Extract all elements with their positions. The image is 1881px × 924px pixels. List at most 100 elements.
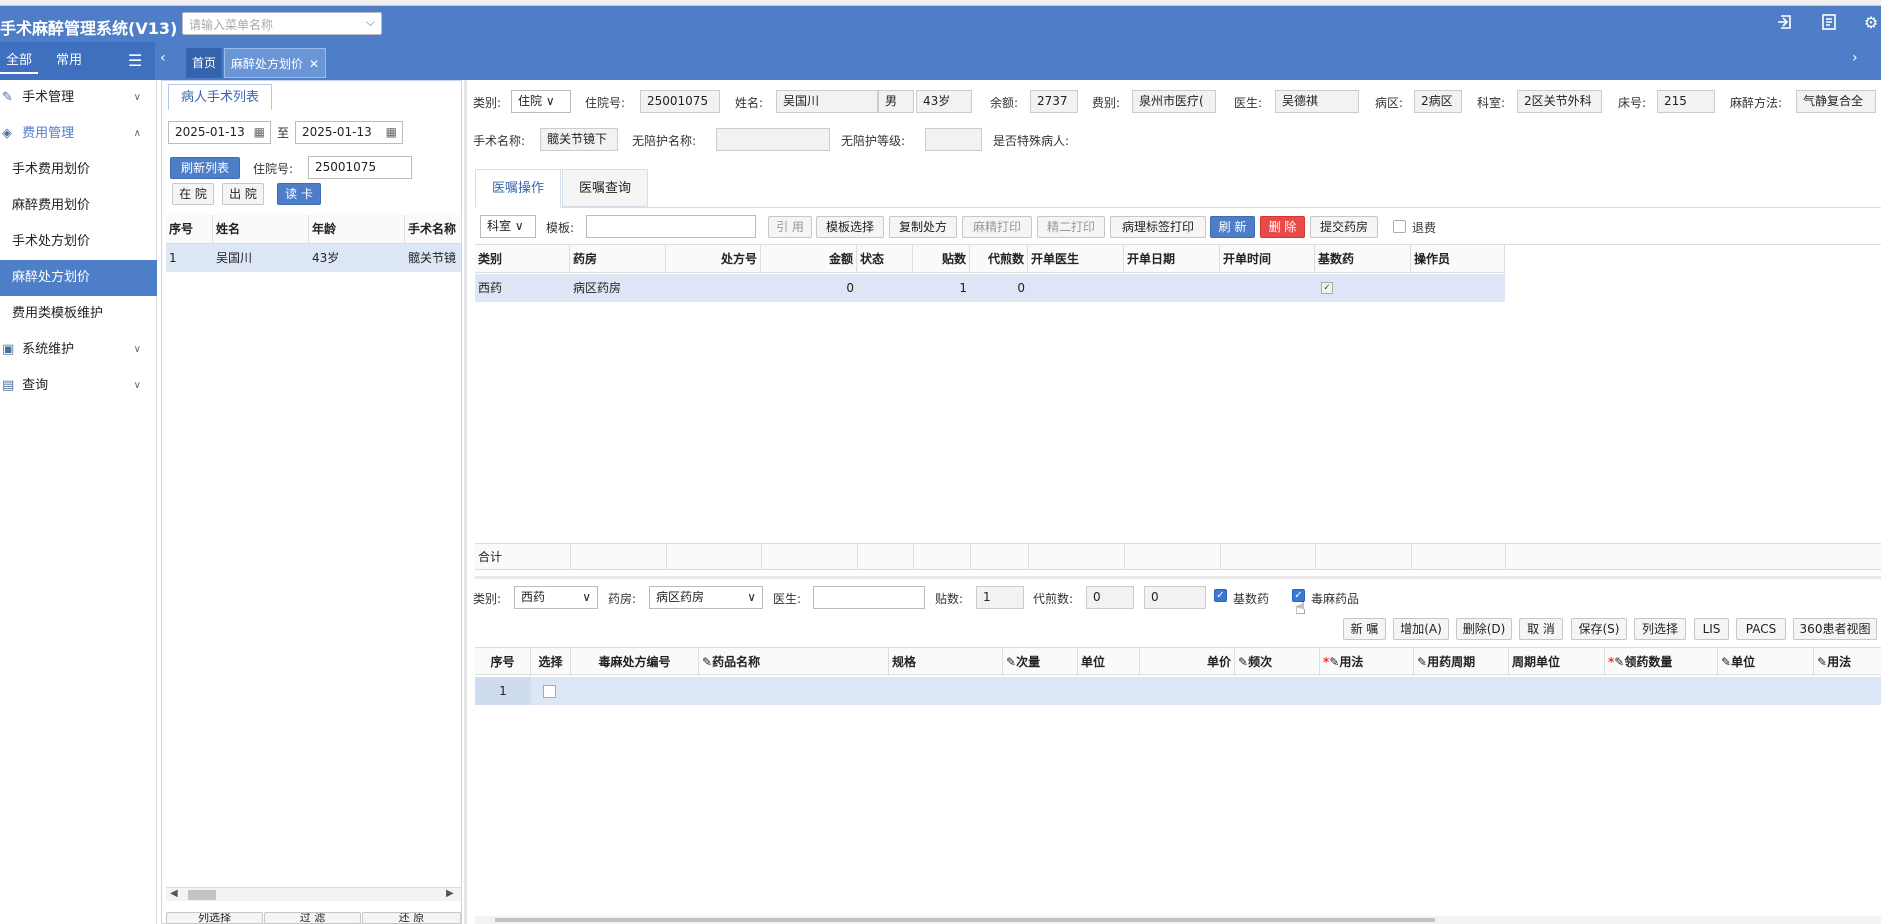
cancel-button[interactable]: 取 消 bbox=[1519, 618, 1563, 640]
sidebar-item-system-maintenance[interactable]: ▣ 系统维护 ∨ bbox=[0, 332, 157, 368]
calendar-icon[interactable]: ▦ bbox=[386, 122, 397, 143]
in-hospital-button[interactable]: 在 院 bbox=[172, 183, 214, 205]
table-row[interactable]: 1 吴国川 43岁 髋关节镜 bbox=[166, 244, 461, 272]
column-header: 金额 bbox=[761, 245, 857, 273]
quote-button[interactable]: 引 用 bbox=[768, 216, 812, 238]
sidebar-item-surgery-fee-pricing[interactable]: 手术费用划价 bbox=[0, 152, 157, 188]
doctor-label: 医生: bbox=[1234, 96, 1263, 110]
decoction-field-1: 0 bbox=[1086, 586, 1134, 609]
detail-type-select[interactable]: 西药 ∨ bbox=[514, 586, 598, 609]
sidebar-item-fee-template-maintenance[interactable]: 费用类模板维护 bbox=[0, 296, 157, 332]
sidebar-item-query[interactable]: ▤ 查询 ∨ bbox=[0, 368, 157, 404]
refresh-button[interactable]: 刷 新 bbox=[1210, 216, 1255, 238]
dept-select[interactable]: 科室 ∨ bbox=[480, 215, 536, 238]
sidebar-item-anesthesia-fee-pricing[interactable]: 麻醉费用划价 bbox=[0, 188, 157, 224]
table-row[interactable]: 1 bbox=[475, 677, 1881, 705]
pathology-label-print-button[interactable]: 病理标签打印 bbox=[1110, 216, 1206, 238]
narcotic-print-button[interactable]: 麻精打印 bbox=[962, 216, 1032, 238]
column-header-editable: ✎次量 bbox=[1003, 648, 1078, 676]
scroll-right-icon[interactable]: ▶ bbox=[446, 888, 454, 899]
panel-splitter[interactable] bbox=[464, 80, 467, 924]
menu-collapse-icon[interactable]: ☰ bbox=[128, 51, 142, 70]
column-header: 代煎数 bbox=[970, 245, 1028, 273]
delete-button[interactable]: 删 除 bbox=[1260, 216, 1305, 238]
print-icon[interactable] bbox=[1818, 13, 1840, 35]
template-input[interactable] bbox=[586, 215, 756, 238]
save-button[interactable]: 保存(S) bbox=[1571, 618, 1627, 640]
table-row[interactable]: 西药 病区药房 0 1 0 ✓ bbox=[475, 274, 1505, 302]
refresh-list-button[interactable]: 刷新列表 bbox=[170, 157, 240, 179]
template-select-button[interactable]: 模板选择 bbox=[816, 216, 884, 238]
filter-button[interactable]: 过 滤 bbox=[264, 912, 361, 924]
sidebar-item-label: 查询 bbox=[22, 378, 49, 393]
switch-icon[interactable] bbox=[1773, 13, 1795, 35]
divider bbox=[570, 544, 571, 570]
column-select-button[interactable]: 列选择 bbox=[1634, 618, 1686, 640]
sidebar-item-surgery-prescription-pricing[interactable]: 手术处方划价 bbox=[0, 224, 157, 260]
restore-button[interactable]: 还 原 bbox=[362, 912, 461, 924]
close-icon[interactable]: ✕ bbox=[309, 49, 319, 79]
pharmacy-select[interactable]: 病区药房 ∨ bbox=[649, 586, 763, 609]
scroll-thumb[interactable] bbox=[188, 890, 216, 900]
lis-button[interactable]: LIS bbox=[1694, 618, 1729, 640]
column-header-editable: ✎频次 bbox=[1235, 648, 1320, 676]
column-header: 年龄 bbox=[309, 215, 405, 243]
chevron-down-icon: ∨ bbox=[133, 92, 141, 103]
detail-type-label: 类别: bbox=[473, 592, 502, 606]
edit-icon: ✎ bbox=[1417, 655, 1428, 669]
horizontal-splitter[interactable] bbox=[475, 576, 1881, 579]
tab-patient-surgery-list[interactable]: 病人手术列表 bbox=[168, 84, 272, 110]
date-to-value: 2025-01-13 bbox=[302, 125, 372, 139]
column-header: 单位 bbox=[1078, 648, 1140, 676]
gear-icon[interactable]: ⚙ bbox=[1860, 13, 1881, 35]
base-drug-checkbox[interactable]: ✓ bbox=[1214, 589, 1227, 602]
age-field: 43岁 bbox=[916, 90, 972, 113]
base-drug-checkbox[interactable]: ✓ bbox=[1321, 282, 1333, 294]
search-doc-icon: ▤ bbox=[2, 378, 15, 393]
horizontal-scrollbar[interactable]: ◀ ▶ bbox=[166, 887, 461, 901]
refund-checkbox[interactable] bbox=[1393, 220, 1406, 233]
new-order-button[interactable]: 新 嘱 bbox=[1343, 618, 1386, 640]
scroll-thumb[interactable] bbox=[495, 918, 1435, 922]
tab-prev-icon[interactable]: ‹ bbox=[160, 50, 166, 66]
column-header: 基数药 bbox=[1315, 245, 1411, 273]
copy-prescription-button[interactable]: 复制处方 bbox=[889, 216, 957, 238]
divider bbox=[666, 544, 667, 570]
column-select-button[interactable]: 列选择 bbox=[166, 912, 263, 924]
divider bbox=[1505, 544, 1506, 570]
sidebar-item-anesthesia-prescription-pricing[interactable]: 麻醉处方划价 bbox=[0, 260, 157, 296]
discharged-button[interactable]: 出 院 bbox=[222, 183, 264, 205]
balance-label: 余额: bbox=[990, 96, 1019, 110]
calendar-icon[interactable]: ▦ bbox=[254, 122, 265, 143]
psychotropic-print-button[interactable]: 精二打印 bbox=[1037, 216, 1105, 238]
tab-anesthesia-prescription[interactable]: 麻醉处方划价 ✕ bbox=[224, 48, 327, 79]
scroll-left-icon[interactable]: ◀ bbox=[170, 888, 178, 899]
tab-order-query[interactable]: 医嘱查询 bbox=[562, 169, 648, 207]
submit-pharmacy-button[interactable]: 提交药房 bbox=[1310, 216, 1378, 238]
pacs-button[interactable]: PACS bbox=[1736, 618, 1786, 640]
type-select[interactable]: 住院 ∨ bbox=[511, 90, 571, 113]
tab-order-operation[interactable]: 医嘱操作 bbox=[475, 169, 561, 208]
date-from-input[interactable]: 2025-01-13 ▦ bbox=[168, 121, 271, 144]
column-header-editable: ✎单位 bbox=[1718, 648, 1814, 676]
tab-all[interactable]: 全部 bbox=[0, 48, 39, 74]
total-label: 合计 bbox=[478, 550, 503, 564]
delete-row-button[interactable]: 删除(D) bbox=[1456, 618, 1512, 640]
inpatient-no-input[interactable]: 25001075 bbox=[308, 156, 412, 179]
date-to-input[interactable]: 2025-01-13 ▦ bbox=[295, 121, 403, 144]
detail-doctor-input[interactable] bbox=[813, 586, 925, 609]
read-card-button[interactable]: 读 卡 bbox=[277, 183, 321, 205]
sidebar-item-surgery-management[interactable]: ✎ 手术管理 ∨ bbox=[0, 80, 157, 116]
menu-search-input[interactable]: 请输入菜单名称 ⌵ bbox=[182, 12, 382, 35]
add-button[interactable]: 增加(A) bbox=[1393, 618, 1449, 640]
tab-next-icon[interactable]: › bbox=[1852, 50, 1858, 66]
bottom-scrollbar[interactable] bbox=[475, 916, 1881, 924]
tab-home[interactable]: 首页 bbox=[186, 48, 223, 78]
chevron-up-icon: ∧ bbox=[133, 128, 141, 139]
patient-360-view-button[interactable]: 360患者视图 bbox=[1793, 618, 1877, 640]
tab-common[interactable]: 常用 bbox=[50, 48, 88, 74]
no-escort-name-field bbox=[716, 128, 830, 151]
doctor-field: 吴德祺 bbox=[1275, 90, 1359, 113]
sidebar-item-fee-management[interactable]: ◈ 费用管理 ∧ bbox=[0, 116, 157, 152]
row-select-checkbox[interactable] bbox=[543, 685, 556, 698]
